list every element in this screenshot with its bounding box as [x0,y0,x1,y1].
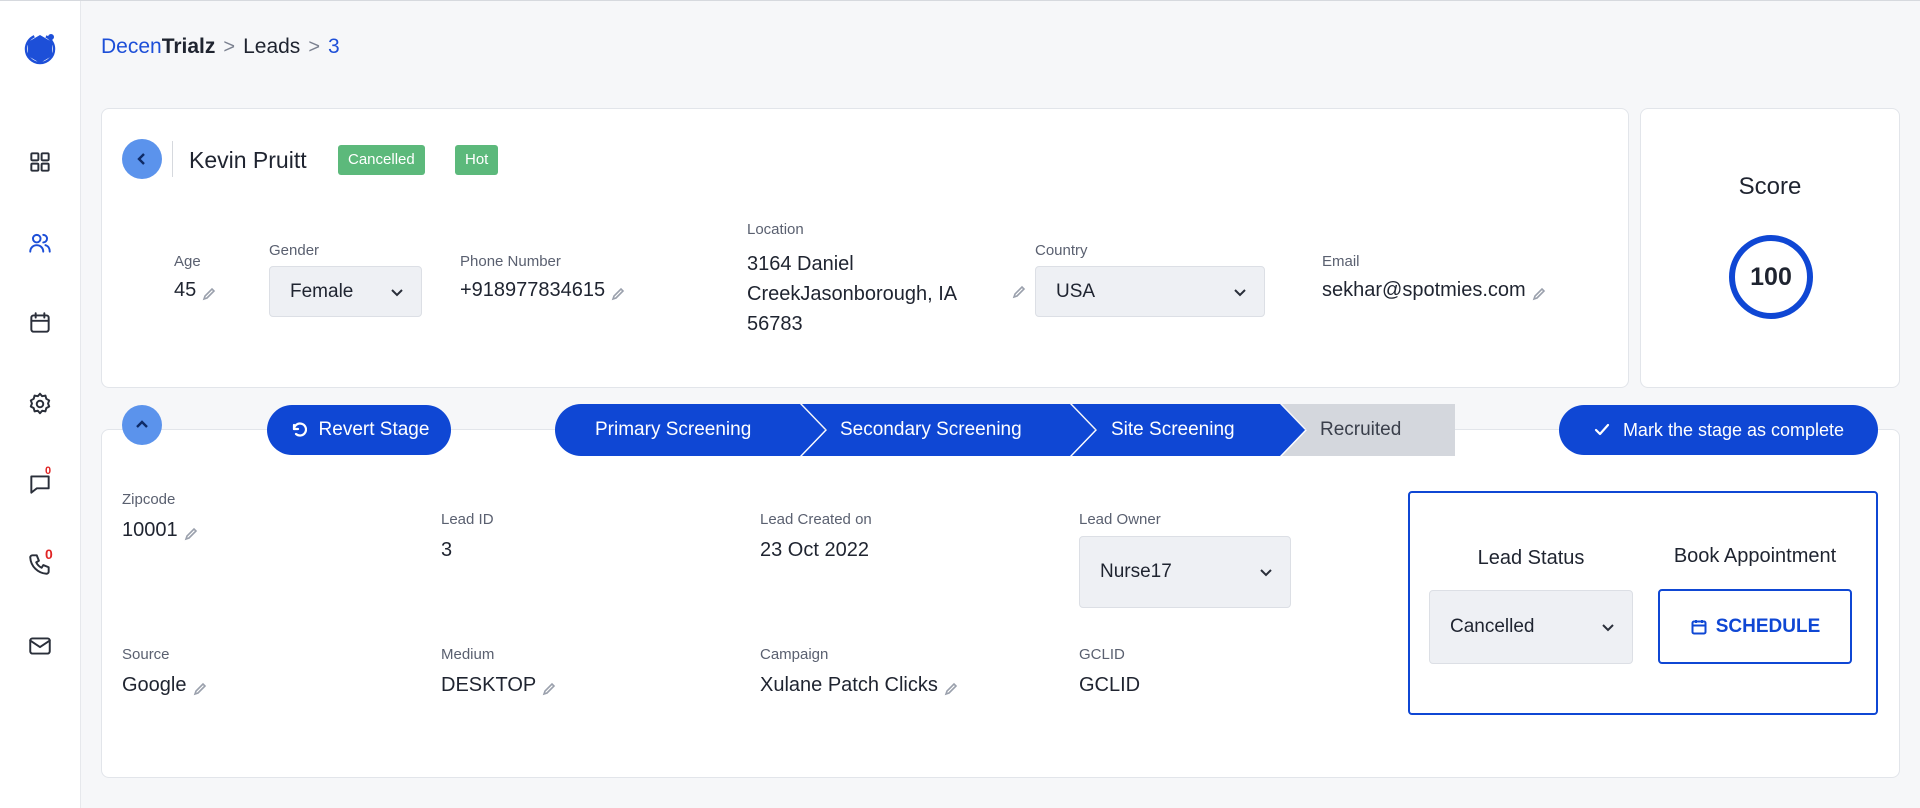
collapse-button[interactable] [122,405,162,445]
campaign-label: Campaign [760,646,829,663]
owner-label: Lead Owner [1079,511,1161,528]
status-badge: Cancelled [338,145,425,175]
stage-label[interactable]: Site Screening [1111,404,1235,456]
country-label: Country [1035,242,1088,259]
edit-icon[interactable] [1012,285,1026,299]
gender-select[interactable]: Female [269,266,422,317]
created-label: Lead Created on [760,511,872,528]
schedule-button[interactable]: SCHEDULE [1658,589,1852,664]
lead-header-card: Kevin Pruitt Cancelled Hot Age 45 Gender… [101,108,1629,388]
book-appointment-label: Book Appointment [1673,545,1837,567]
nav-leads[interactable] [25,228,55,258]
divider [172,141,173,177]
settings-icon [29,392,51,415]
chat-badge: 0 [45,465,52,477]
chevron-down-icon [391,288,403,296]
nav-phone[interactable]: 0 [25,546,55,579]
nav-calendar[interactable] [25,308,55,338]
lead-status-label: Lead Status [1477,547,1585,569]
breadcrumb-current: 3 [328,35,340,58]
source-label: Source [122,646,170,663]
stage-label[interactable]: Secondary Screening [840,404,1022,456]
lead-status-select[interactable]: Cancelled [1429,590,1633,664]
gclid-value: GCLID [1079,674,1141,696]
edit-icon[interactable] [193,679,207,695]
priority-badge: Hot [455,145,499,175]
calendar-icon [1691,619,1707,634]
edit-icon[interactable] [944,679,958,695]
chevron-up-icon [136,420,148,428]
zipcode-label: Zipcode [122,491,176,508]
campaign-value: Xulane Patch Clicks [760,674,958,697]
breadcrumb-separator: > [308,35,320,58]
edit-icon[interactable] [202,284,216,300]
email-label: Email [1322,253,1360,270]
email-value: sekhar@spotmies.com [1322,279,1546,302]
nav-mail[interactable] [25,631,55,661]
lead-id-value: 3 [441,539,453,561]
owner-select[interactable]: Nurse17 [1079,536,1291,608]
gclid-label: GCLID [1079,646,1125,663]
created-value: 23 Oct 2022 [760,539,869,561]
chevron-down-icon [1234,288,1246,296]
age-label: Age [174,253,201,270]
calendar-icon [30,312,50,333]
score-gauge: 100 [1729,235,1813,319]
score-card: Score 100 [1640,108,1900,388]
chevron-down-icon [1602,624,1614,632]
stage-label[interactable]: Primary Screening [595,404,751,456]
undo-icon [292,422,307,437]
app-logo-icon[interactable] [20,29,60,69]
breadcrumb-home[interactable]: DecenTrialz [101,35,215,59]
edit-icon[interactable] [184,524,198,540]
phone-label: Phone Number [460,253,561,270]
chevron-left-icon [137,153,145,165]
breadcrumb-separator: > [223,35,236,58]
revert-stage-button[interactable]: Revert Stage [267,405,451,455]
mail-icon [29,637,51,655]
nav-chat[interactable]: 0 [25,465,55,499]
edit-icon[interactable] [611,284,625,300]
lead-name: Kevin Pruitt [189,147,307,173]
lead-id-label: Lead ID [441,511,494,528]
phone-badge: 0 [45,546,53,562]
location-label: Location [747,221,804,238]
phone-value: +918977834615 [460,279,625,302]
age-value: 45 [174,279,216,302]
edit-icon[interactable] [1532,284,1546,300]
zipcode-value: 10001 [122,519,198,542]
sidebar: 0 0 [0,1,81,808]
source-value: Google [122,674,207,697]
breadcrumb: DecenTrialz > Leads > 3 [101,35,340,59]
score-title: Score [1738,173,1802,200]
location-value: 3164 Daniel CreekJasonborough, IA 56783 [747,253,958,335]
medium-label: Medium [441,646,495,663]
chevron-down-icon [1260,569,1272,577]
country-select[interactable]: USA [1035,266,1265,317]
mark-complete-button[interactable]: Mark the stage as complete [1559,405,1878,455]
dashboard-icon [30,152,50,172]
edit-icon[interactable] [542,679,556,695]
nav-dashboard[interactable] [25,147,55,177]
gender-label: Gender [269,242,320,259]
check-icon [1594,423,1610,436]
stage-label[interactable]: Recruited [1320,404,1401,456]
nav-settings[interactable] [25,389,55,419]
back-button[interactable] [122,139,162,179]
users-icon [29,233,51,253]
medium-value: DESKTOP [441,674,556,697]
breadcrumb-leads[interactable]: Leads [243,35,300,59]
